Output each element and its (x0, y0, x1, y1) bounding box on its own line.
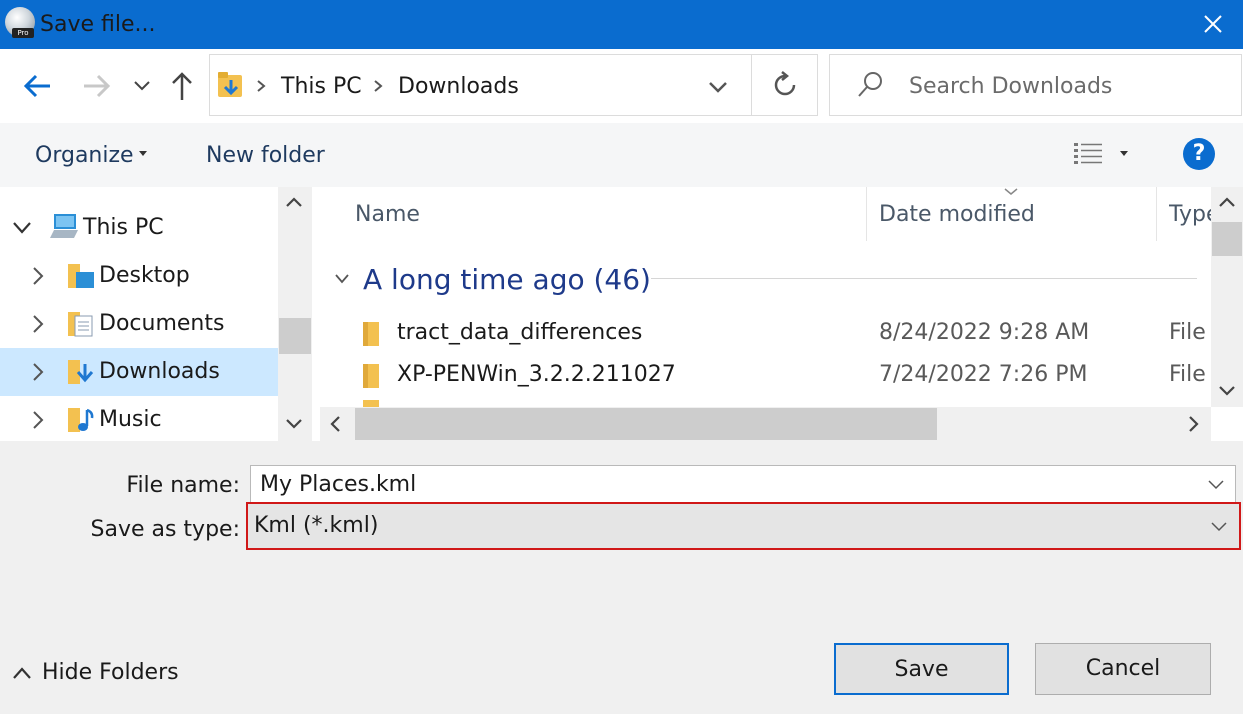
tree-item-documents[interactable]: Documents (0, 300, 278, 348)
downloads-folder-icon (68, 360, 94, 384)
file-name-field[interactable]: My Places.kml (250, 465, 1236, 505)
search-icon (856, 70, 884, 100)
group-divider (651, 278, 1197, 279)
scroll-right-icon[interactable] (1187, 415, 1201, 433)
tree-item-label: Desktop (99, 263, 190, 288)
app-badge: Pro (12, 28, 34, 38)
tree-item-label: This PC (83, 215, 164, 240)
column-header-type[interactable]: Type (1169, 200, 1211, 230)
tree-item-desktop[interactable]: Desktop (0, 252, 278, 300)
cancel-button[interactable]: Cancel (1035, 643, 1211, 695)
file-name: tract_data_differences (397, 320, 643, 345)
title-bar (0, 0, 1243, 49)
collapsed-chevron-icon (33, 267, 44, 285)
chevron-right-icon (371, 78, 385, 94)
recent-locations-button[interactable] (130, 68, 154, 104)
downloads-folder-icon (216, 70, 244, 100)
chevron-right-icon (254, 78, 268, 94)
organize-button[interactable]: Organize (35, 141, 134, 171)
refresh-button[interactable] (770, 70, 800, 100)
file-name: XP-PENWin_3.2.2.211027 (397, 362, 676, 387)
save-button[interactable]: Save (834, 643, 1009, 695)
details-view-icon (1074, 143, 1102, 164)
folder-icon (363, 364, 379, 388)
sort-indicator-icon (1004, 188, 1018, 196)
google-earth-pro-icon: Pro (5, 7, 35, 38)
tree-item-label: Documents (99, 311, 225, 336)
up-arrow-icon (172, 72, 192, 100)
back-arrow-icon (23, 74, 50, 98)
desktop-folder-icon (68, 264, 94, 288)
scroll-up-icon[interactable] (1218, 195, 1236, 209)
vertical-scrollbar-thumb[interactable] (1212, 222, 1242, 256)
breadcrumb-this-pc[interactable]: This PC (281, 72, 362, 102)
column-header-date-modified[interactable]: Date modified (879, 200, 1035, 230)
tree-scrollbar-thumb[interactable] (279, 318, 311, 354)
chevron-down-icon (134, 81, 150, 91)
tree-item-downloads[interactable]: Downloads (0, 348, 278, 396)
tree-item-music[interactable]: Music (0, 396, 278, 441)
new-folder-button[interactable]: New folder (206, 141, 325, 171)
save-as-type-dropdown[interactable]: Kml (*.kml) (246, 502, 1241, 550)
computer-icon (50, 214, 78, 238)
tree-scrollbar[interactable] (278, 187, 312, 441)
back-button[interactable] (22, 68, 54, 104)
collapsed-chevron-icon (33, 315, 44, 333)
folder-icon (360, 400, 384, 407)
file-row[interactable]: XP-PENWin_3.2.2.211027 7/24/2022 7:26 PM… (320, 358, 1211, 394)
tree-item-this-pc[interactable]: This PC (0, 204, 278, 252)
collapse-folders-icon[interactable] (12, 665, 32, 681)
file-list[interactable] (312, 187, 1243, 441)
command-bar (0, 123, 1243, 187)
tree-item-label: Downloads (99, 359, 220, 384)
close-button[interactable] (1196, 6, 1230, 42)
group-header[interactable]: A long time ago (46) (363, 262, 651, 298)
save-as-type-label: Save as type: (90, 517, 241, 542)
file-row[interactable]: tract_data_differences 8/24/2022 9:28 AM… (320, 316, 1211, 352)
collapsed-chevron-icon (33, 411, 44, 429)
search-input[interactable]: Search Downloads (909, 73, 1112, 101)
file-date: 8/24/2022 9:28 AM (879, 320, 1090, 345)
group-collapse-button[interactable] (334, 272, 350, 286)
close-icon (1204, 15, 1222, 33)
column-divider (1156, 187, 1157, 241)
collapsed-chevron-icon (33, 363, 44, 381)
horizontal-scrollbar-thumb[interactable] (355, 408, 937, 440)
file-type: File (1169, 320, 1206, 345)
music-folder-icon (68, 408, 94, 432)
forward-arrow-icon (84, 74, 111, 98)
chevron-down-icon (1208, 480, 1224, 490)
file-list-vertical-scrollbar[interactable] (1211, 187, 1243, 407)
scroll-down-icon[interactable] (285, 417, 303, 431)
caret-down-icon[interactable] (1120, 151, 1128, 157)
scroll-down-icon[interactable] (1218, 384, 1236, 398)
column-divider (866, 187, 867, 241)
file-type: File (1169, 362, 1206, 387)
tree-item-label: Music (99, 407, 162, 432)
view-options-button[interactable] (1073, 141, 1103, 165)
breadcrumb-downloads[interactable]: Downloads (398, 72, 519, 102)
file-date: 7/24/2022 7:26 PM (879, 362, 1088, 387)
save-as-type-value: Kml (*.kml) (254, 513, 379, 538)
file-name-label: File name: (126, 473, 240, 498)
scroll-left-icon[interactable] (328, 415, 342, 433)
documents-folder-icon (68, 312, 93, 337)
column-header-name[interactable]: Name (355, 200, 420, 230)
caret-down-icon (139, 151, 147, 157)
chevron-down-icon (709, 82, 727, 93)
address-dropdown-button[interactable] (706, 74, 730, 98)
chevron-down-icon (335, 274, 349, 284)
chevron-down-icon (1211, 522, 1227, 532)
address-divider (751, 54, 752, 116)
expanded-chevron-icon (13, 222, 31, 234)
refresh-icon (774, 71, 796, 96)
scroll-up-icon[interactable] (285, 195, 303, 209)
up-button[interactable] (168, 68, 196, 104)
folder-icon (363, 322, 379, 346)
file-name-input[interactable]: My Places.kml (260, 470, 416, 500)
forward-button[interactable] (80, 68, 112, 104)
help-button[interactable]: ? (1183, 138, 1215, 170)
hide-folders-button[interactable]: Hide Folders (42, 658, 179, 688)
window-title: Save file... (40, 12, 156, 37)
